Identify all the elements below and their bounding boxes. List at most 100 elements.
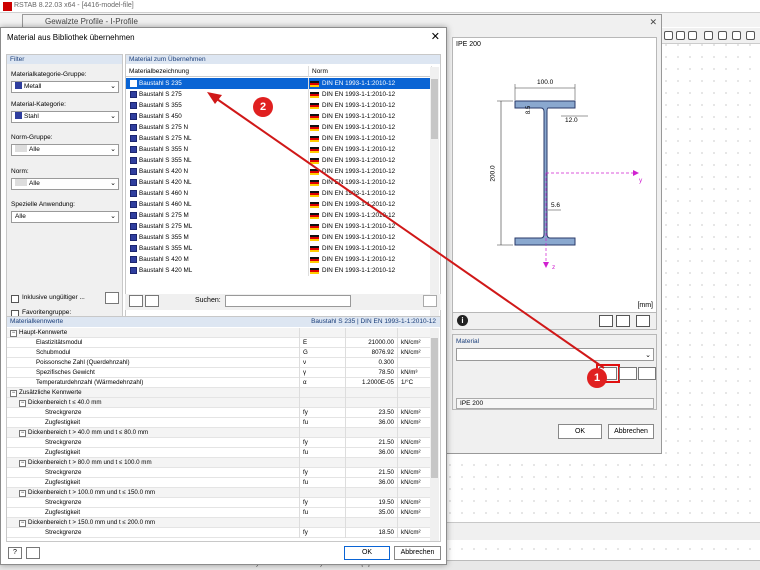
rotate-icon[interactable] [688, 31, 697, 40]
norm-group-select[interactable]: Alle ⌄ [11, 144, 119, 156]
table-row[interactable]: Zugfestigkeit fu 36.00 kN/cm² [7, 448, 431, 458]
table-row[interactable]: − Haupt-Kennwerte [7, 328, 431, 338]
table-row[interactable]: Streckgrenze fy 21.50 kN/cm² [7, 438, 431, 448]
table-row[interactable]: Temperaturdehnzahl (Wärmedehnzahl) α 1.200… [7, 378, 431, 388]
table-row[interactable]: − Zusätzliche Kennwerte [7, 388, 431, 398]
list-item[interactable]: Baustahl S 355 ML DIN EN 1993-1-1:2010-12 [126, 243, 432, 254]
table-row[interactable]: Streckgrenze fy 23.50 kN/cm² [7, 408, 431, 418]
germany-flag-icon [310, 92, 319, 98]
material-swatch-icon [130, 190, 137, 197]
add-material-button[interactable] [129, 295, 143, 307]
chevron-down-icon: ⌄ [110, 113, 116, 120]
render-icon[interactable] [676, 31, 685, 40]
application-select[interactable]: Alle ⌄ [11, 211, 119, 223]
search-input[interactable] [225, 295, 351, 307]
clear-search-icon[interactable] [423, 295, 437, 307]
table-row[interactable]: Streckgrenze fy 19.50 kN/cm² [7, 498, 431, 508]
material-swatch-icon [130, 168, 137, 175]
col-name-header[interactable]: Materialbezeichnung [126, 66, 309, 77]
help-button[interactable]: ? [8, 547, 22, 559]
list-item[interactable]: Baustahl S 450 DIN EN 1993-1-1:2010-12 [126, 111, 432, 122]
property-value: 35.00 [345, 508, 397, 518]
list-item[interactable]: Baustahl S 355 N DIN EN 1993-1-1:2010-12 [126, 144, 432, 155]
property-unit: kN/cm² [397, 338, 431, 348]
display-icon[interactable] [704, 31, 713, 40]
table-row[interactable]: Zugfestigkeit fu 36.00 kN/cm² [7, 478, 431, 488]
table-row[interactable]: Schubmodul G 8076.92 kN/cm² [7, 348, 431, 358]
close-icon[interactable]: ✕ [649, 17, 657, 28]
table-row[interactable]: − Dickenbereich t > 40.0 mm und t ≤ 80.0 … [7, 428, 431, 438]
collapse-icon[interactable]: − [19, 490, 26, 497]
properties-scrollbar[interactable] [430, 328, 439, 541]
list-item[interactable]: Baustahl S 420 N DIN EN 1993-1-1:2010-12 [126, 166, 432, 177]
collapse-icon[interactable]: − [19, 400, 26, 407]
list-item[interactable]: Baustahl S 355 DIN EN 1993-1-1:2010-12 [126, 100, 432, 111]
table-row[interactable]: − Dickenbereich t ≤ 40.0 mm [7, 398, 431, 408]
table-row[interactable]: Zugfestigkeit fu 35.00 kN/cm² [7, 508, 431, 518]
table-row[interactable]: Spezifisches Gewicht γ 78.50 kN/m³ [7, 368, 431, 378]
norm-select[interactable]: Alle ⌄ [11, 178, 119, 190]
axis-icon[interactable] [616, 315, 630, 327]
category-select[interactable]: Stahl ⌄ [11, 111, 119, 123]
column-divider [308, 221, 309, 232]
table-row[interactable]: − Dickenbereich t > 100.0 mm und t ≤ 150.… [7, 488, 431, 498]
profile-ok-button[interactable]: OK [558, 424, 602, 439]
list-item[interactable]: Baustahl S 275 DIN EN 1993-1-1:2010-12 [126, 89, 432, 100]
zoom-icon[interactable] [636, 315, 650, 327]
info-icon[interactable]: i [457, 315, 468, 326]
collapse-icon[interactable]: − [19, 430, 26, 437]
table-row[interactable]: Streckgrenze fy 18.50 kN/cm² [7, 528, 431, 538]
norm-group-value: Alle [29, 146, 40, 153]
property-name: − Dickenbereich t > 150.0 mm und t ≤ 200.… [19, 518, 155, 528]
list-item[interactable]: Baustahl S 420 M DIN EN 1993-1-1:2010-12 [126, 254, 432, 265]
property-value [345, 388, 397, 398]
list-item[interactable]: Baustahl S 275 N DIN EN 1993-1-1:2010-12 [126, 122, 432, 133]
scroll-thumb[interactable] [431, 338, 438, 478]
table-row[interactable]: Poissonsche Zahl (Querdehnzahl) ν 0.300 [7, 358, 431, 368]
dialog-title: Material aus Bibliothek übernehmen [7, 33, 135, 42]
property-symbol: fu [299, 478, 345, 488]
new-material-button[interactable] [619, 367, 637, 380]
list-item[interactable]: Baustahl S 460 NL DIN EN 1993-1-1:2010-12 [126, 199, 432, 210]
list-item[interactable]: Baustahl S 275 M DIN EN 1993-1-1:2010-12 [126, 210, 432, 221]
collapse-icon[interactable]: − [19, 460, 26, 467]
property-symbol: fy [299, 468, 345, 478]
table-row[interactable]: Elastizitätsmodul E 21000.00 kN/cm² [7, 338, 431, 348]
norm-info-button[interactable] [105, 292, 119, 304]
list-item[interactable]: Baustahl S 275 ML DIN EN 1993-1-1:2010-12 [126, 221, 432, 232]
collapse-icon[interactable]: − [19, 520, 26, 527]
table-row[interactable]: Streckgrenze fy 21.50 kN/cm² [7, 468, 431, 478]
list-item[interactable]: Baustahl S 420 ML DIN EN 1993-1-1:2010-12 [126, 265, 432, 276]
ok-button[interactable]: OK [344, 546, 390, 560]
edit-material-button[interactable] [145, 295, 159, 307]
list-scrollbar[interactable] [430, 67, 439, 321]
cancel-button[interactable]: Abbrechen [394, 546, 441, 560]
dimension-icon[interactable] [599, 315, 613, 327]
profile-cancel-button[interactable]: Abbrechen [608, 424, 654, 439]
group-select[interactable]: Metall ⌄ [11, 81, 119, 93]
screen-icon[interactable] [718, 31, 727, 40]
invalid-checkbox[interactable] [11, 295, 19, 303]
list-item[interactable]: Baustahl S 355 M DIN EN 1993-1-1:2010-12 [126, 232, 432, 243]
table-row[interactable]: − Dickenbereich t > 80.0 mm und t ≤ 100.0… [7, 458, 431, 468]
material-select[interactable]: ⌄ [456, 348, 654, 361]
collapse-icon[interactable]: − [10, 330, 17, 337]
property-symbol [299, 398, 345, 408]
grid-icon[interactable] [732, 31, 741, 40]
view-icon[interactable] [664, 31, 673, 40]
table-row[interactable]: − Dickenbereich t > 150.0 mm und t ≤ 200.… [7, 518, 431, 528]
list-item[interactable]: Baustahl S 235 DIN EN 1993-1-1:2010-12 [126, 78, 432, 89]
list-item[interactable]: Baustahl S 275 NL DIN EN 1993-1-1:2010-12 [126, 133, 432, 144]
scroll-thumb[interactable] [431, 79, 438, 139]
list-item[interactable]: Baustahl S 355 NL DIN EN 1993-1-1:2010-12 [126, 155, 432, 166]
units-button[interactable] [26, 547, 40, 559]
list-item[interactable]: Baustahl S 420 NL DIN EN 1993-1-1:2010-12 [126, 177, 432, 188]
settings-icon[interactable] [746, 31, 755, 40]
collapse-icon[interactable]: − [10, 390, 17, 397]
table-row[interactable]: Zugfestigkeit fu 36.00 kN/cm² [7, 418, 431, 428]
col-norm-header[interactable]: Norm [309, 66, 432, 77]
property-symbol: fu [299, 448, 345, 458]
list-item[interactable]: Baustahl S 460 N DIN EN 1993-1-1:2010-12 [126, 188, 432, 199]
close-icon[interactable]: ✕ [431, 30, 440, 43]
edit-material-button[interactable] [638, 367, 656, 380]
